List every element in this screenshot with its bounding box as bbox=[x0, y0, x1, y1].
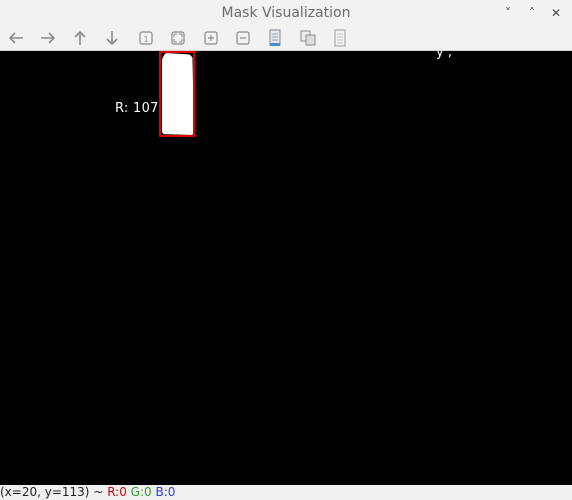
corner-annotation-text: y , bbox=[436, 51, 452, 60]
cursor-coordinates: (x=20, y=113) ~ bbox=[0, 485, 104, 499]
zoom-fit-icon[interactable] bbox=[166, 27, 190, 49]
toolbar: 1 bbox=[0, 26, 572, 51]
properties-icon[interactable] bbox=[328, 27, 352, 49]
down-arrow-icon[interactable] bbox=[100, 27, 124, 49]
pixel-blue-value: B:0 bbox=[155, 485, 176, 499]
mask-bounding-box bbox=[159, 51, 195, 137]
pixel-red-value: R:0 bbox=[107, 485, 127, 499]
window-title: Mask Visualization bbox=[221, 5, 351, 21]
radius-label: R: 107 bbox=[115, 101, 159, 116]
title-bar[interactable]: Mask Visualization ˅ ˄ ✕ bbox=[0, 0, 572, 28]
pixel-green-value: G:0 bbox=[130, 485, 152, 499]
mask-visualization-window: Mask Visualization ˅ ˄ ✕ 1 y , R: 107 (x… bbox=[0, 0, 572, 500]
close-button[interactable]: ✕ bbox=[546, 4, 566, 22]
zoom-out-icon[interactable] bbox=[231, 27, 255, 49]
svg-text:1: 1 bbox=[143, 35, 148, 44]
zoom-in-icon[interactable] bbox=[199, 27, 223, 49]
status-bar: (x=20, y=113) ~ R:0 G:0 B:0 bbox=[0, 485, 572, 500]
image-canvas[interactable]: y , R: 107 bbox=[0, 51, 572, 485]
up-arrow-icon[interactable] bbox=[68, 27, 92, 49]
maximize-button[interactable]: ˄ bbox=[522, 4, 542, 22]
window-controls: ˅ ˄ ✕ bbox=[498, 4, 566, 22]
forward-arrow-icon[interactable] bbox=[36, 27, 60, 49]
copy-to-clipboard-icon[interactable] bbox=[296, 27, 320, 49]
save-image-icon[interactable] bbox=[263, 27, 287, 49]
zoom-original-icon[interactable]: 1 bbox=[134, 27, 158, 49]
minimize-button[interactable]: ˅ bbox=[498, 4, 518, 22]
back-arrow-icon[interactable] bbox=[4, 27, 28, 49]
